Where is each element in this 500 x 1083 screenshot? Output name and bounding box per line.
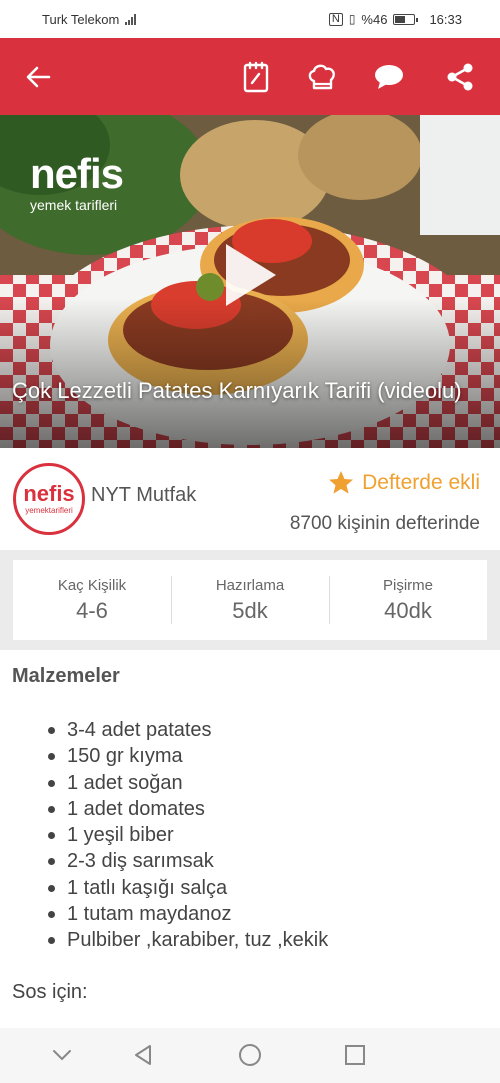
prep-time-label: Hazırlama bbox=[215, 576, 285, 594]
nefis-watermark-logo: nefis yemek tarifleri bbox=[30, 150, 124, 214]
list-item: 2-3 diş sarımsak bbox=[48, 848, 328, 874]
ingredients-list: 3-4 adet patates 150 gr kıyma 1 adet soğ… bbox=[48, 717, 328, 954]
hide-nav-button[interactable] bbox=[47, 1040, 77, 1070]
list-item: 1 yeşil biber bbox=[48, 822, 328, 848]
comment-icon bbox=[375, 65, 403, 89]
vibrate-icon: ▯ bbox=[348, 12, 356, 26]
list-item: 1 adet soğan bbox=[48, 770, 328, 796]
author-name[interactable]: NYT Mutfak bbox=[91, 484, 196, 507]
servings-label: Kaç Kişilik bbox=[57, 576, 127, 594]
star-icon bbox=[329, 471, 354, 494]
saved-count: 8700 kişinin defterinde bbox=[289, 513, 480, 534]
chevron-down-icon bbox=[53, 1050, 71, 1061]
author-row: nefis yemektarifleri NYT Mutfak Defterde… bbox=[0, 448, 500, 550]
battery-percent: %46 bbox=[361, 11, 388, 27]
recents-square-icon bbox=[345, 1045, 365, 1065]
back-button[interactable] bbox=[18, 57, 58, 97]
play-icon bbox=[226, 244, 276, 306]
cook-time-label: Pişirme bbox=[382, 576, 433, 594]
cook-time-value: 40dk bbox=[384, 597, 432, 623]
nav-recents-button[interactable] bbox=[340, 1040, 370, 1070]
author-avatar[interactable]: nefis yemektarifleri bbox=[13, 463, 85, 535]
prep-time-info: Hazırlama 5dk bbox=[171, 560, 329, 640]
share-button[interactable] bbox=[440, 57, 480, 97]
prep-time-value: 5dk bbox=[232, 597, 268, 623]
servings-value: 4-6 bbox=[76, 597, 108, 623]
cook-time-info: Pişirme 40dk bbox=[329, 560, 487, 640]
notebook-icon bbox=[243, 61, 269, 93]
list-item: 1 tutam maydanoz bbox=[48, 901, 328, 927]
list-item: 150 gr kıyma bbox=[48, 743, 328, 769]
app-bar bbox=[0, 38, 500, 115]
recipe-video-thumbnail[interactable]: nefis yemek tarifleri Çok Lezzetli Patat… bbox=[0, 115, 500, 448]
home-circle-icon bbox=[239, 1044, 261, 1066]
list-item: 1 tatlı kaşığı salça bbox=[48, 875, 328, 901]
recipe-title: Çok Lezzetli Patates Karnıyarık Tarifi (… bbox=[12, 378, 462, 403]
chef-button[interactable] bbox=[302, 57, 342, 97]
comment-button[interactable] bbox=[369, 57, 409, 97]
clock: 16:33 bbox=[429, 11, 462, 27]
notebook-button[interactable] bbox=[236, 57, 276, 97]
servings-info: Kaç Kişilik 4-6 bbox=[13, 560, 171, 640]
list-item: 3-4 adet patates bbox=[48, 717, 328, 743]
share-icon bbox=[447, 63, 473, 91]
ingredients-title: Malzemeler bbox=[12, 665, 120, 687]
status-bar: Turk Telekom N ▯ %46 16:33 bbox=[0, 0, 500, 38]
recipe-info-card: Kaç Kişilik 4-6 Hazırlama 5dk Pişirme 40… bbox=[13, 560, 487, 640]
battery-icon bbox=[393, 13, 419, 25]
saved-to-notebook-button[interactable]: Defterde ekli bbox=[328, 470, 480, 495]
signal-icon bbox=[125, 13, 137, 25]
carrier-name: Turk Telekom bbox=[42, 11, 120, 27]
play-button[interactable] bbox=[205, 230, 295, 320]
ingredients-section: Malzemeler 3-4 adet patates 150 gr kıyma… bbox=[0, 650, 500, 1028]
nav-back-button[interactable] bbox=[128, 1040, 158, 1070]
list-item: 1 adet domates bbox=[48, 796, 328, 822]
list-item: Pulbiber ,karabiber, tuz ,kekik bbox=[48, 927, 328, 953]
back-triangle-icon bbox=[135, 1045, 151, 1065]
back-arrow-icon bbox=[26, 66, 51, 88]
system-navigation-bar bbox=[0, 1028, 500, 1083]
saved-label: Defterde ekli bbox=[362, 470, 480, 494]
nav-home-button[interactable] bbox=[235, 1040, 265, 1070]
chef-hat-icon bbox=[308, 64, 335, 90]
sauce-subheading: Sos için: bbox=[12, 981, 88, 1003]
nfc-icon: N bbox=[328, 12, 343, 26]
recipe-info-section: Kaç Kişilik 4-6 Hazırlama 5dk Pişirme 40… bbox=[0, 550, 500, 650]
